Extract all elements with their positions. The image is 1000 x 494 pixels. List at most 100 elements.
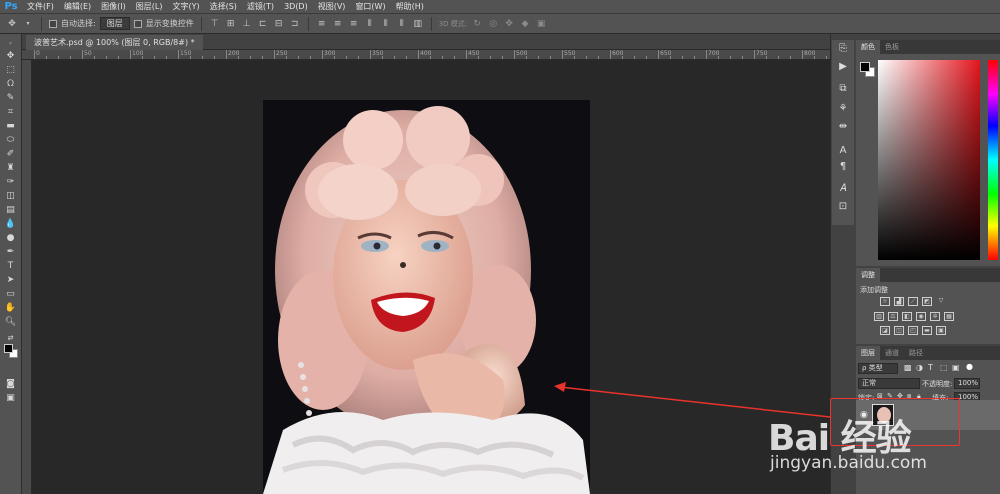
document-tab[interactable]: 波普艺术.psd @ 100% (图层 0, RGB/8#) *: [26, 35, 203, 50]
paragraph-panel-icon[interactable]: ¶: [835, 160, 851, 174]
filter-type-icon[interactable]: T: [928, 363, 933, 372]
hand-tool-icon[interactable]: ✋: [3, 302, 18, 314]
dodge-tool-icon[interactable]: ●: [3, 232, 18, 244]
auto-select-checkbox[interactable]: [49, 19, 57, 28]
curves-icon[interactable]: ⟋: [908, 297, 918, 306]
lasso-tool-icon[interactable]: ᘯ: [3, 78, 18, 90]
eyedropper-tool-icon[interactable]: ▬: [3, 120, 18, 132]
properties-panel-icon[interactable]: ⧉: [835, 82, 851, 96]
menu-select[interactable]: 选择(S): [205, 1, 242, 12]
menu-layer[interactable]: 图层(L): [131, 1, 168, 12]
quick-mask-icon[interactable]: ◙: [3, 378, 18, 390]
menu-3d[interactable]: 3D(D): [279, 2, 313, 11]
filter-toggle-icon[interactable]: ●: [966, 362, 973, 371]
align-top-icon[interactable]: ⊤: [209, 19, 221, 29]
channel-mixer-icon[interactable]: ✲: [930, 312, 940, 321]
align-hcenter-icon[interactable]: ⊟: [273, 19, 285, 29]
align-left-icon[interactable]: ⊏: [257, 19, 269, 29]
path-select-tool-icon[interactable]: ➤: [3, 274, 18, 286]
auto-select-dropdown[interactable]: 图层: [99, 17, 130, 30]
filter-shape-icon[interactable]: ⬚: [940, 363, 948, 372]
threshold-icon[interactable]: ◰: [908, 326, 918, 335]
character-panel-icon[interactable]: A: [835, 144, 851, 158]
color-foreground-swatch[interactable]: [860, 62, 870, 72]
pen-tool-icon[interactable]: ✒: [3, 246, 18, 258]
tab-color[interactable]: 颜色: [856, 40, 880, 54]
brightness-icon[interactable]: ☼: [880, 297, 890, 306]
tab-adjustments[interactable]: 调整: [856, 268, 880, 282]
posterize-icon[interactable]: ◫: [894, 326, 904, 335]
show-transform-checkbox[interactable]: [133, 19, 142, 28]
3d-pan-icon[interactable]: ✥: [503, 19, 515, 29]
brush-presets-icon[interactable]: ⚘: [835, 102, 851, 116]
auto-align-icon[interactable]: ▥: [412, 19, 424, 29]
clone-stamp-tool-icon[interactable]: ♜: [3, 162, 18, 174]
move-tool-icon[interactable]: ✥: [6, 19, 18, 29]
screen-mode-icon[interactable]: ▣: [3, 392, 18, 404]
align-bottom-icon[interactable]: ⊥: [241, 19, 253, 29]
blur-tool-icon[interactable]: 💧: [3, 218, 18, 230]
menu-filter[interactable]: 滤镜(T): [242, 1, 279, 12]
align-vcenter-icon[interactable]: ⊞: [225, 19, 237, 29]
tab-swatches[interactable]: 色板: [880, 42, 904, 52]
color-picker-field[interactable]: [878, 60, 980, 260]
glyphs-panel-icon[interactable]: 𝐴: [835, 182, 851, 196]
foreground-color-swatch[interactable]: [4, 344, 13, 353]
crop-tool-icon[interactable]: ⌗: [3, 106, 18, 118]
align-right-icon[interactable]: ⊐: [289, 19, 301, 29]
photo-filter-icon[interactable]: ◉: [916, 312, 926, 321]
3d-rotate-icon[interactable]: ↻: [471, 19, 483, 29]
invert-icon[interactable]: ◪: [880, 326, 890, 335]
distribute-top-icon[interactable]: ≡: [316, 19, 328, 29]
distribute-left-icon[interactable]: ⦀: [364, 19, 376, 29]
3d-roll-icon[interactable]: ◎: [487, 19, 499, 29]
swap-colors-icon[interactable]: ⇄: [3, 332, 18, 344]
levels-icon[interactable]: ▟: [894, 297, 904, 306]
hue-saturation-icon[interactable]: ▥: [874, 312, 884, 321]
color-balance-icon[interactable]: ⚖: [888, 312, 898, 321]
collapse-icon[interactable]: »: [3, 38, 18, 50]
distribute-right-icon[interactable]: ⦀: [396, 19, 408, 29]
tab-paths[interactable]: 路径: [904, 348, 928, 358]
color-lookup-icon[interactable]: ▦: [944, 312, 954, 321]
actions-play-icon[interactable]: ▶: [835, 60, 851, 74]
menu-edit[interactable]: 编辑(E): [59, 1, 96, 12]
marquee-tool-icon[interactable]: ⬚: [3, 64, 18, 76]
3d-slide-icon[interactable]: ◆: [519, 19, 531, 29]
quick-select-tool-icon[interactable]: ✎: [3, 92, 18, 104]
menu-file[interactable]: 文件(F): [22, 1, 59, 12]
history-brush-tool-icon[interactable]: ✑: [3, 176, 18, 188]
menu-view[interactable]: 视图(V): [313, 1, 351, 12]
menu-help[interactable]: 帮助(H): [391, 1, 429, 12]
distribute-bottom-icon[interactable]: ≡: [348, 19, 360, 29]
brush-tool-icon[interactable]: ✐: [3, 148, 18, 160]
black-white-icon[interactable]: ◧: [902, 312, 912, 321]
type-tool-icon[interactable]: T: [3, 260, 18, 272]
distribute-hcenter-icon[interactable]: ⦀: [380, 19, 392, 29]
history-panel-icon[interactable]: ⎘: [835, 42, 851, 56]
distribute-vcenter-icon[interactable]: ≡: [332, 19, 344, 29]
layer-comps-icon[interactable]: ⊡: [835, 200, 851, 214]
zoom-tool-icon[interactable]: 🔍︎: [3, 316, 18, 328]
tab-layers[interactable]: 图层: [856, 346, 880, 360]
menu-window[interactable]: 窗口(W): [350, 1, 390, 12]
filter-adjustment-icon[interactable]: ◑: [916, 363, 923, 372]
3d-scale-icon[interactable]: ▣: [535, 19, 547, 29]
chevron-down-icon[interactable]: ▾: [22, 19, 34, 29]
clone-source-icon[interactable]: ⇹: [835, 120, 851, 134]
vibrance-icon[interactable]: ▽: [936, 297, 946, 306]
portrait-image[interactable]: [263, 100, 590, 494]
layer-filter-dropdown[interactable]: ρ 类型: [858, 363, 898, 374]
selective-color-icon[interactable]: ▣: [936, 326, 946, 335]
rectangle-tool-icon[interactable]: ▭: [3, 288, 18, 300]
opacity-input[interactable]: 100%: [954, 378, 980, 389]
menu-type[interactable]: 文字(Y): [167, 1, 204, 12]
exposure-icon[interactable]: ◩: [922, 297, 932, 306]
gradient-map-icon[interactable]: ▬: [922, 326, 932, 335]
healing-brush-tool-icon[interactable]: ⬭: [3, 134, 18, 146]
menu-image[interactable]: 图像(I): [96, 1, 131, 12]
filter-smart-object-icon[interactable]: ▣: [952, 363, 960, 372]
blend-mode-dropdown[interactable]: 正常: [858, 378, 920, 389]
filter-pixel-icon[interactable]: ▩: [904, 363, 912, 372]
move-tool-icon[interactable]: ✥: [3, 50, 18, 62]
